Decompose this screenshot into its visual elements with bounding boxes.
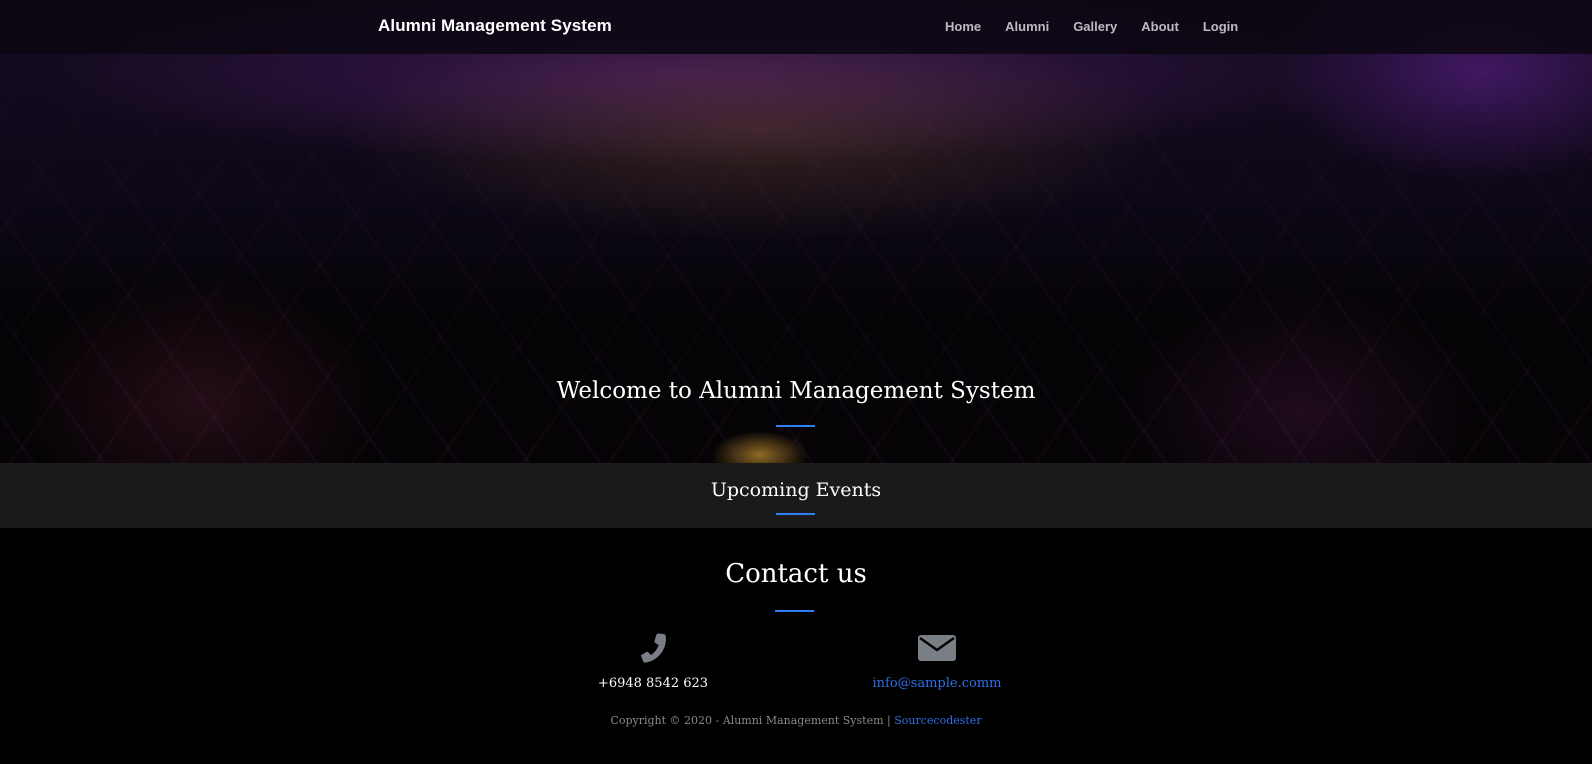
contact-title: Contact us <box>725 559 867 589</box>
nav-home-link[interactable]: Home <box>945 19 981 34</box>
hero-title-divider <box>776 425 815 427</box>
nav-alumni-link[interactable]: Alumni <box>1005 19 1049 34</box>
nav-links: Home Alumni Gallery About Login <box>945 19 1262 34</box>
nav-about-link[interactable]: About <box>1141 19 1179 34</box>
events-title-divider <box>776 513 815 515</box>
hero-section: Alumni Management System Home Alumni Gal… <box>0 0 1592 463</box>
contact-email: info@sample.comm <box>827 628 1047 691</box>
contact-section: Contact us +6948 8542 623 info@sample.co… <box>0 528 1592 764</box>
events-title: Upcoming Events <box>710 479 882 501</box>
top-navbar: Alumni Management System Home Alumni Gal… <box>0 0 1592 54</box>
contact-title-divider <box>775 610 814 612</box>
brand-link[interactable]: Alumni Management System <box>378 16 612 36</box>
envelope-icon <box>827 628 1047 668</box>
nav-gallery-link[interactable]: Gallery <box>1073 19 1117 34</box>
credit-link[interactable]: Sourcecodester <box>894 714 981 727</box>
email-link[interactable]: info@sample.comm <box>827 676 1047 691</box>
phone-icon <box>543 628 763 668</box>
nav-login-link[interactable]: Login <box>1203 19 1238 34</box>
contact-phone: +6948 8542 623 <box>543 628 763 691</box>
hero-title: Welcome to Alumni Management System <box>556 378 1036 404</box>
footer-copyright: Copyright © 2020 - Alumni Management Sys… <box>0 714 1592 727</box>
upcoming-events-section: Upcoming Events <box>0 463 1592 528</box>
copyright-text: Copyright © 2020 - Alumni Management Sys… <box>610 714 895 727</box>
phone-number: +6948 8542 623 <box>597 676 709 691</box>
